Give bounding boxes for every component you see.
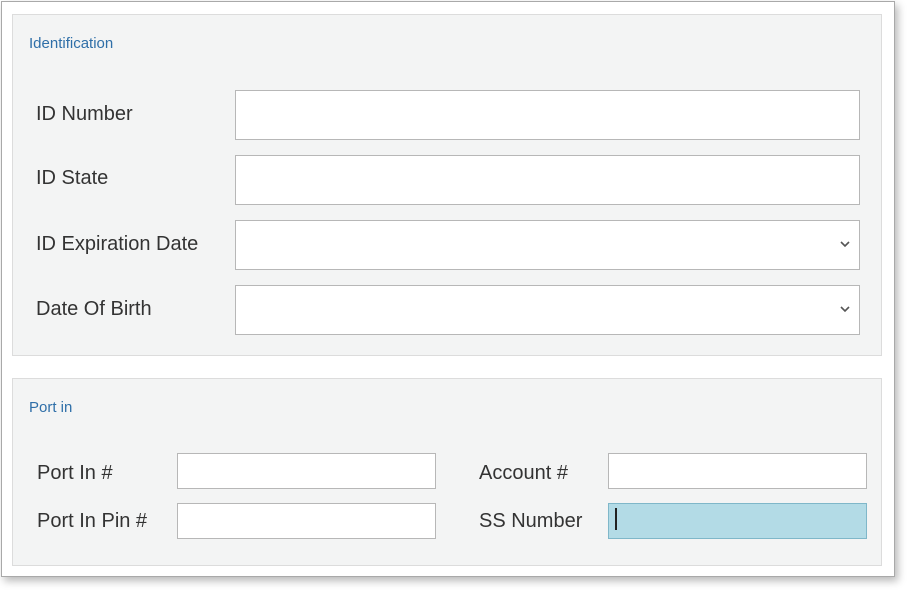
port-in-field[interactable] [177, 453, 436, 489]
id-state-field[interactable] [235, 155, 860, 205]
id-expiration-dropdown[interactable] [235, 220, 860, 270]
id-number-label: ID Number [36, 103, 133, 125]
screen: Identification ID Number ID State ID Exp… [0, 0, 919, 592]
port-in-group: Port in Port In # Account # Port In Pin … [12, 378, 882, 566]
port-in-pin-label: Port In Pin # [37, 510, 148, 532]
ss-number-field[interactable] [608, 503, 867, 539]
port-in-title: Port in [29, 399, 73, 416]
dob-label: Date Of Birth [36, 298, 152, 320]
account-label: Account # [479, 462, 568, 484]
port-in-pin-field[interactable] [177, 503, 436, 539]
chevron-down-icon[interactable] [840, 304, 850, 314]
dob-dropdown[interactable] [235, 285, 860, 335]
text-cursor [615, 508, 617, 530]
id-expiration-label: ID Expiration Date [36, 233, 199, 255]
port-in-label: Port In # [37, 462, 113, 484]
identification-title: Identification [29, 35, 114, 52]
id-number-field[interactable] [235, 90, 860, 140]
account-field[interactable] [608, 453, 867, 489]
identification-group: Identification ID Number ID State ID Exp… [12, 14, 882, 356]
chevron-down-icon[interactable] [840, 239, 850, 249]
id-state-label: ID State [36, 167, 109, 189]
form-window: Identification ID Number ID State ID Exp… [1, 1, 895, 577]
ss-number-label: SS Number [479, 510, 583, 532]
